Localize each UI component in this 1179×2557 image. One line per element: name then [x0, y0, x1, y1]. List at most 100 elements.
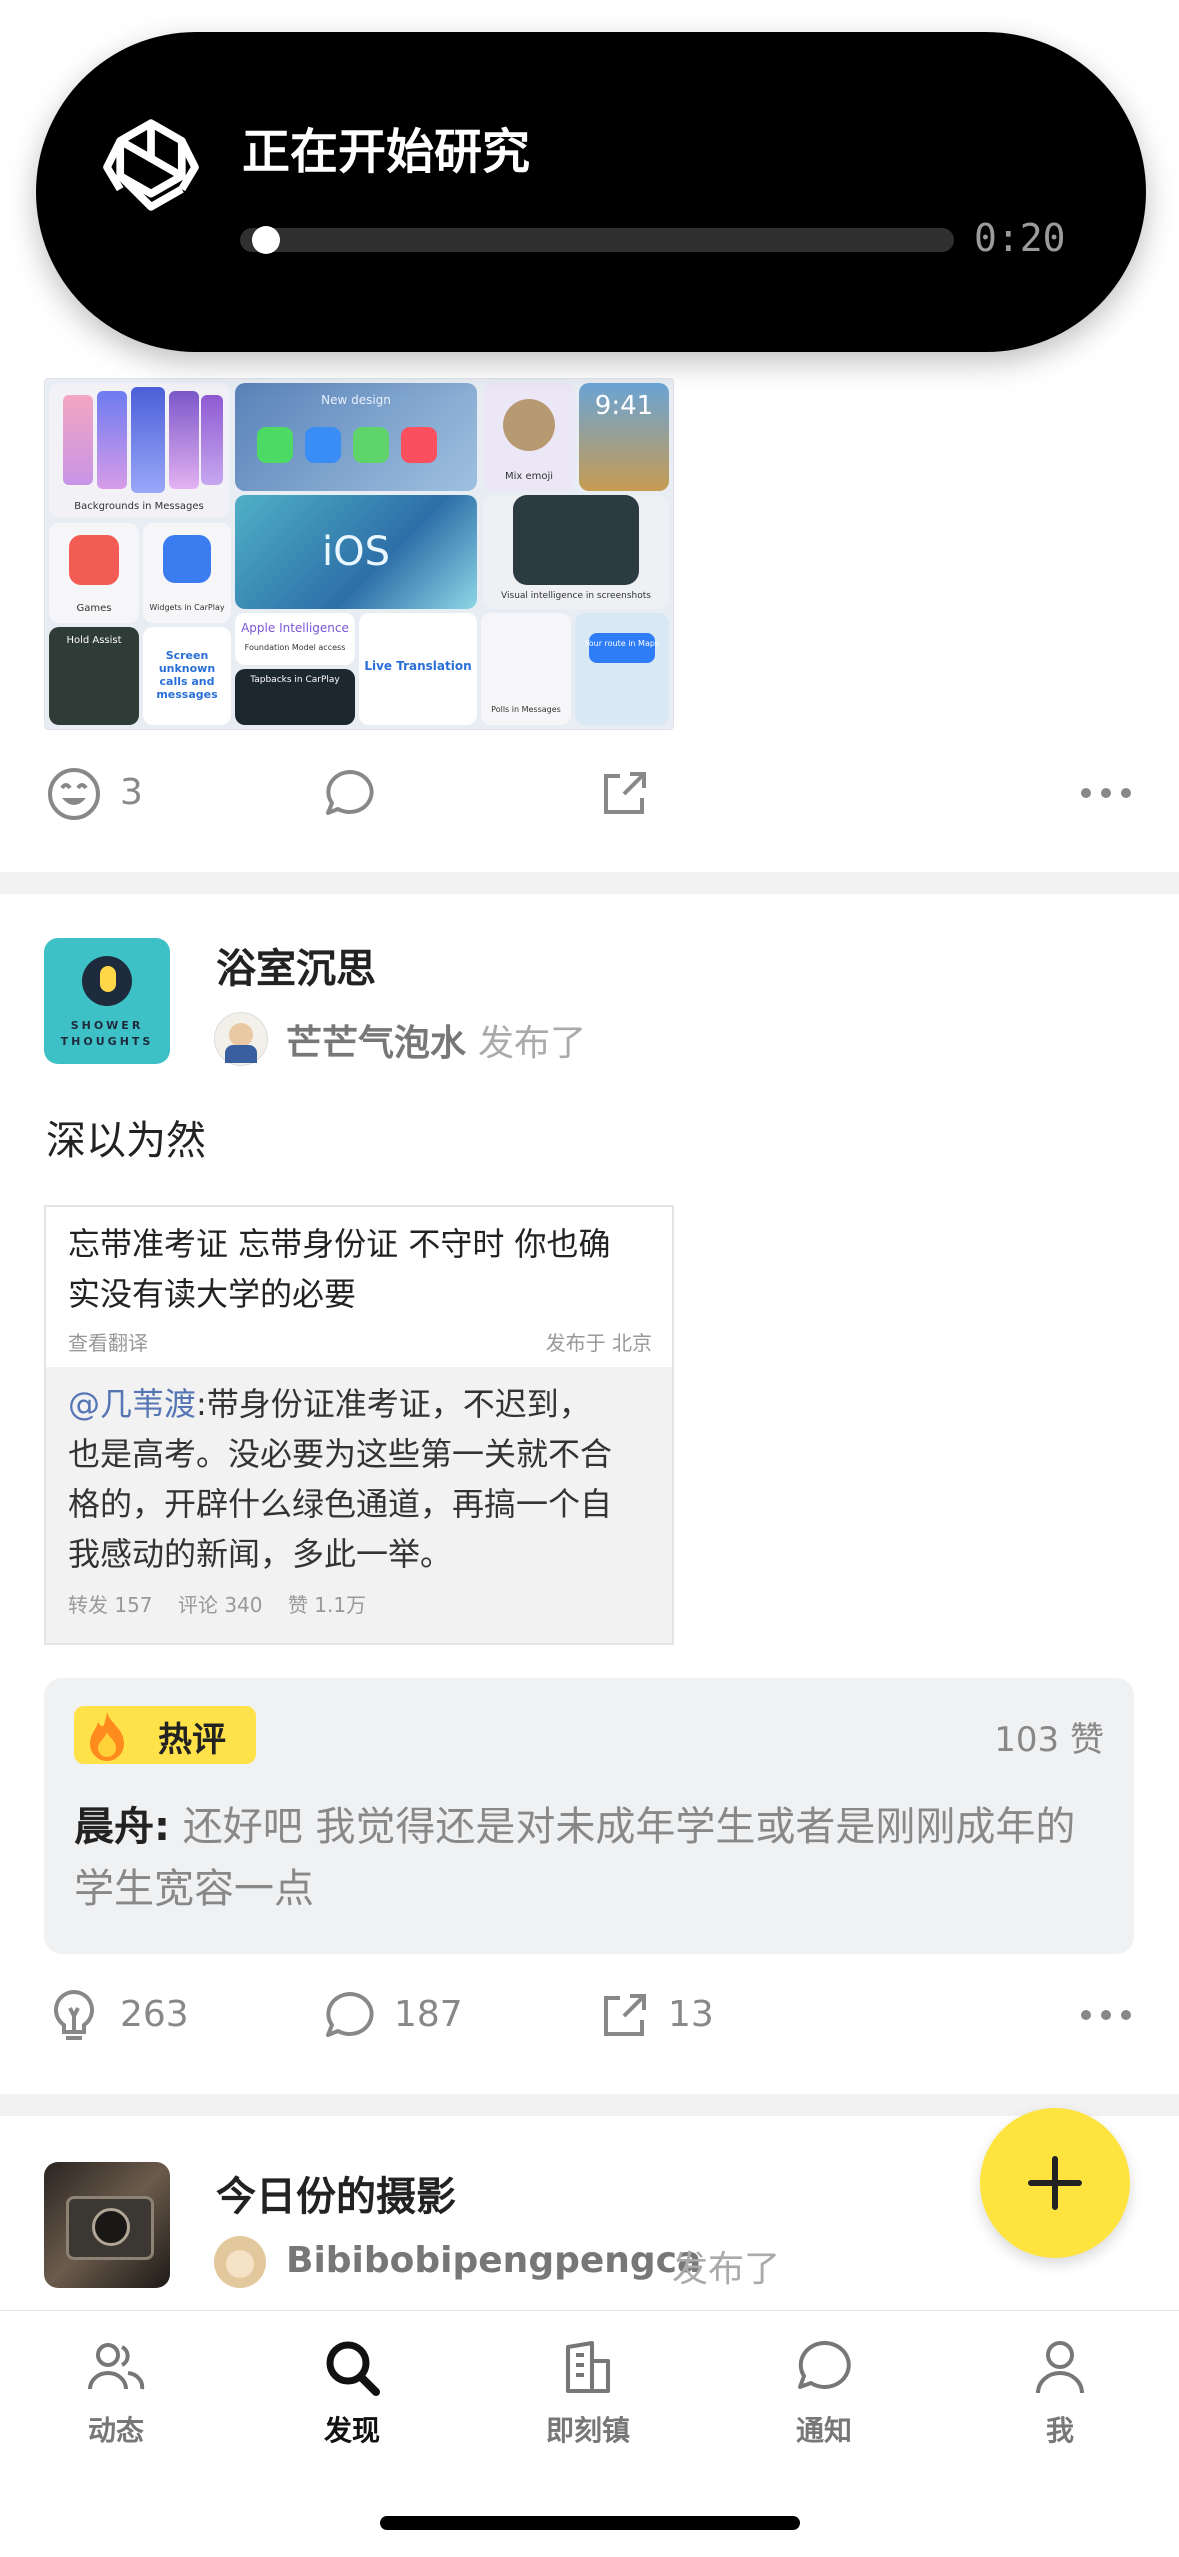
- tile-backgrounds: Backgrounds in Messages: [49, 383, 229, 518]
- collage-label: Live Translation: [364, 659, 472, 673]
- share-icon: [604, 772, 646, 814]
- person-icon: [1036, 2341, 1084, 2394]
- tab-notifications[interactable]: 通知: [744, 2337, 904, 2449]
- author-avatar[interactable]: [214, 1012, 268, 1066]
- progress-track: [240, 228, 954, 252]
- author-name[interactable]: Bibibobipengpengca: [286, 2240, 701, 2281]
- collage-label: Backgrounds in Messages: [74, 501, 204, 512]
- tab-label: 即刻镇: [545, 2414, 630, 2447]
- comment-icon: [326, 1992, 374, 2037]
- more-icon: [1081, 788, 1131, 798]
- weibo-text-line: 忘带准考证 忘带身份证 不守时 你也确: [68, 1225, 611, 1263]
- collage-label: Tapbacks in CarPlay: [250, 675, 340, 685]
- tile-widgets: Widgets in CarPlay: [143, 523, 231, 623]
- topic-avatar[interactable]: [44, 2162, 170, 2288]
- fire-icon: [90, 1712, 124, 1761]
- post2-action-row: 263 187 13: [44, 1986, 1134, 2050]
- tab-feed[interactable]: 动态: [36, 2337, 196, 2449]
- collage-label: Mix emoji: [504, 471, 554, 482]
- share-button[interactable]: [594, 764, 654, 828]
- topic-avatar-text: SHOWER THOUGHTS: [60, 1019, 154, 1048]
- hot-comment-badge: 热评: [74, 1706, 256, 1764]
- weibo-translate: 查看翻译: [68, 1331, 148, 1355]
- comment-button[interactable]: [320, 764, 380, 828]
- topic-title[interactable]: 今日份的摄影: [216, 2164, 456, 2222]
- topic-title[interactable]: 浴室沉思: [216, 936, 376, 994]
- tab-discover[interactable]: 发现: [272, 2337, 432, 2449]
- hot-comment-body: 还好吧 我觉得还是对未成年学生或者是刚刚成年的学生宽容一点: [74, 1804, 1076, 1912]
- section-divider: [0, 872, 1179, 894]
- tile-games: Games: [49, 523, 139, 623]
- inspire-count: 263: [120, 1994, 189, 2035]
- weibo-original-post: 忘带准考证 忘带身份证 不守时 你也确 实没有读大学的必要 查看翻译 发布于 北…: [46, 1207, 672, 1367]
- tile-apple-intelligence: Apple Intelligence Foundation Model acce…: [235, 613, 355, 665]
- plus-icon: [1028, 2156, 1082, 2210]
- more-options-button[interactable]: [1076, 778, 1136, 812]
- tile-ios: iOS: [235, 495, 477, 609]
- collage-label: 9:41: [594, 391, 654, 421]
- collage-label: iOS: [322, 529, 390, 575]
- emoji-reaction-icon: [48, 768, 100, 820]
- reaction-button[interactable]: 3: [44, 764, 143, 828]
- live-activity-banner[interactable]: 正在开始研究 0:20: [36, 32, 1146, 352]
- weibo-comment-line: 我感动的新闻，多此一举。: [68, 1535, 453, 1573]
- tile-maps: Your route in Maps: [575, 613, 669, 725]
- comment-icon: [326, 770, 374, 815]
- tab-town[interactable]: 即刻镇: [508, 2337, 668, 2449]
- building-icon: [566, 2341, 610, 2393]
- weibo-mention: @几苇渡: [68, 1385, 197, 1423]
- inspire-button[interactable]: 263: [44, 1986, 189, 2050]
- new-post-button[interactable]: [980, 2108, 1130, 2258]
- collage-label: Foundation Model access: [244, 643, 346, 652]
- home-indicator[interactable]: [380, 2516, 800, 2530]
- weibo-comment-line: :带身份证准考证，不迟到，: [196, 1385, 591, 1423]
- collage-label: Your route in Maps: [584, 639, 660, 648]
- tab-me[interactable]: 我: [980, 2337, 1140, 2449]
- search-icon: [326, 2341, 380, 2396]
- comment-button[interactable]: 187: [320, 1986, 463, 2050]
- people-icon: [88, 2343, 145, 2390]
- more-options-button[interactable]: [1076, 2000, 1136, 2034]
- section-divider: [0, 2094, 1179, 2116]
- share-icon: [604, 1994, 646, 2036]
- more-icon: [1081, 2010, 1131, 2020]
- weibo-screenshot[interactable]: 忘带准考证 忘带身份证 不守时 你也确 实没有读大学的必要 查看翻译 发布于 北…: [44, 1205, 674, 1645]
- weibo-text-line: 实没有读大学的必要: [68, 1275, 357, 1313]
- tile-live-translation: Live Translation: [359, 613, 477, 725]
- research-status-title: 正在开始研究: [242, 124, 531, 180]
- tab-label: 发现: [323, 2414, 380, 2447]
- tile-tapbacks: Tapbacks in CarPlay: [235, 669, 355, 725]
- tile-visual-intelligence: Visual intelligence in screenshots: [483, 495, 669, 609]
- tile-lockscreen: 9:41: [579, 383, 669, 491]
- tile-mix-emoji: Mix emoji: [483, 383, 575, 491]
- collage-label: Visual intelligence in screenshots: [501, 591, 651, 601]
- chat-bubble-icon: [798, 2340, 851, 2389]
- lightbulb-icon: [53, 1989, 95, 2040]
- collage-label: Polls in Messages: [491, 705, 561, 714]
- weibo-repost: @几苇渡:带身份证准考证，不迟到， 也是高考。没必要为这些第一关就不合 格的，开…: [46, 1367, 672, 1643]
- comment-count: 187: [394, 1994, 463, 2035]
- topic-avatar[interactable]: SHOWER THOUGHTS: [44, 938, 170, 1064]
- post-text: 深以为然: [46, 1118, 206, 1164]
- tile-screen-calls: Screen unknown calls and messages: [143, 627, 231, 725]
- tile-new-design: New design: [235, 383, 477, 491]
- author-name[interactable]: 芒芒气泡水: [286, 1014, 466, 1066]
- collage-label: Hold Assist: [66, 635, 122, 646]
- weibo-location: 发布于 北京: [545, 1331, 652, 1355]
- share-button[interactable]: 13: [594, 1986, 714, 2050]
- weibo-stats: 转发 157 评论 340 赞 1.1万: [68, 1593, 367, 1617]
- hot-comment-card[interactable]: 热评 103 赞 晨舟: 还好吧 我觉得还是对未成年学生或者是刚刚成年的学生宽容…: [44, 1678, 1134, 1954]
- author-avatar[interactable]: [214, 2236, 266, 2288]
- hot-comment-likes: 103 赞: [994, 1720, 1104, 1760]
- reaction-count: 3: [120, 772, 143, 813]
- ios-features-image[interactable]: Backgrounds in Messages New design Mix e…: [44, 378, 674, 730]
- tab-label: 我: [1045, 2414, 1074, 2447]
- collage-label: Screen unknown calls and messages: [156, 649, 218, 701]
- share-count: 13: [668, 1994, 714, 2035]
- weibo-comment-line: 格的，开辟什么绿色通道，再搞一个自: [68, 1485, 613, 1523]
- collage-label: Games: [76, 603, 112, 614]
- collage-label: Widgets in CarPlay: [149, 603, 225, 612]
- collage-label: New design: [321, 393, 391, 407]
- hot-comment-user: 晨舟:: [74, 1804, 170, 1850]
- post1-action-row: 3: [44, 764, 1134, 828]
